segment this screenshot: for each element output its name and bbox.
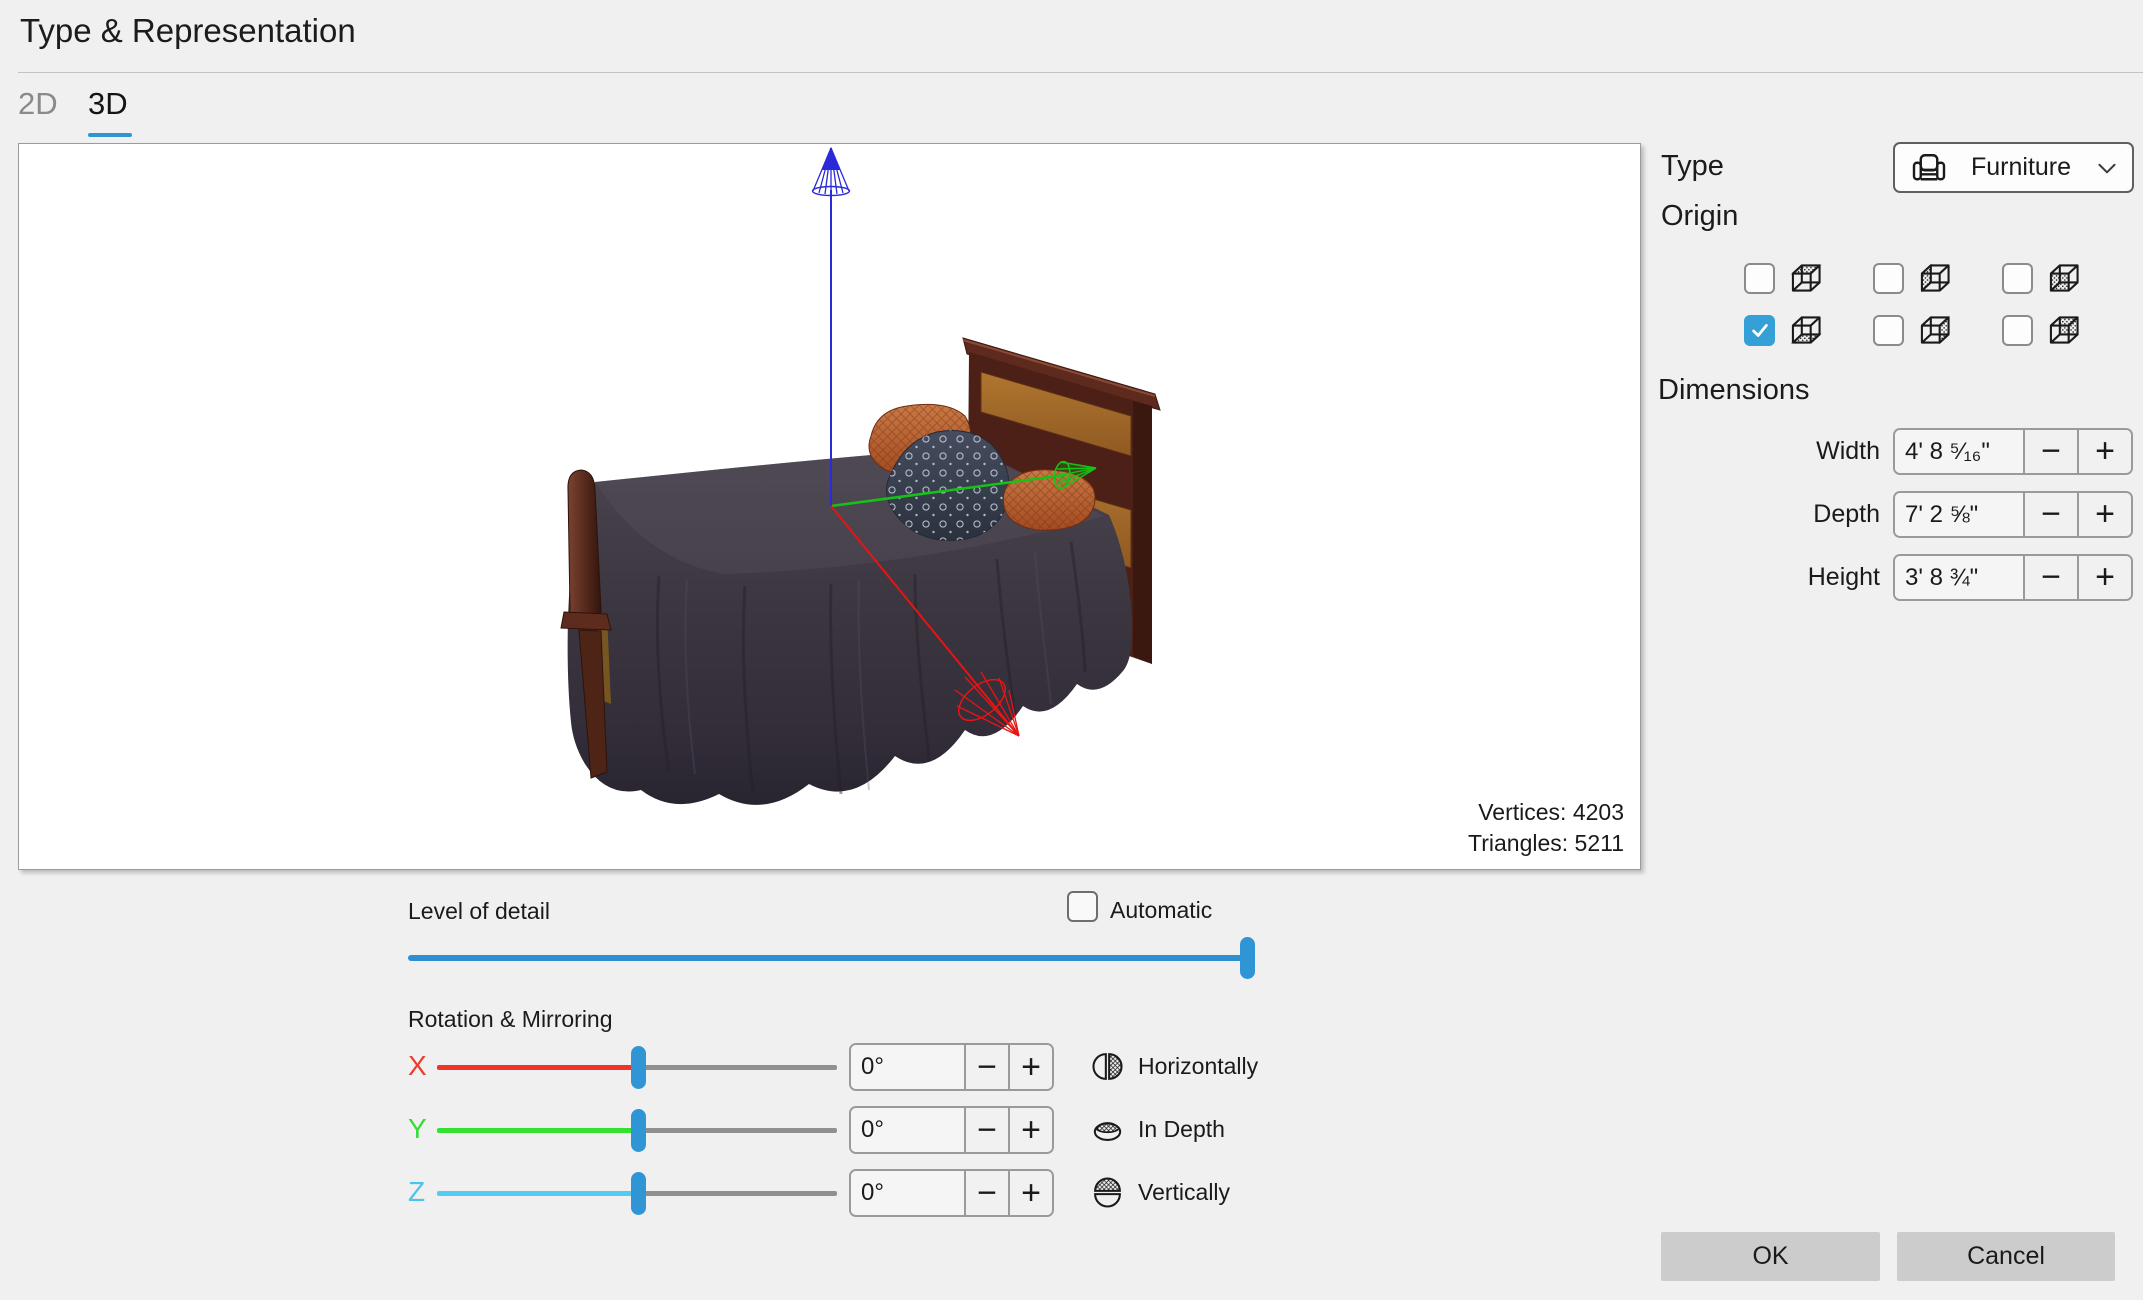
title-divider [18, 72, 2143, 73]
origin-option-back [2002, 312, 2082, 348]
mirror-vertically-label: Vertically [1138, 1179, 1231, 1205]
chevron-down-icon [2098, 163, 2116, 173]
cancel-button[interactable]: Cancel [1897, 1232, 2115, 1281]
tab-3d[interactable]: 3D [88, 86, 128, 122]
origin-cube-front-icon [2049, 264, 2079, 292]
origin-option-top [1744, 260, 1824, 296]
type-dropdown[interactable]: Furniture [1893, 142, 2134, 193]
origin-option-right [1873, 312, 1953, 348]
ok-button[interactable]: OK [1661, 1232, 1880, 1281]
vertices-count: Vertices: 4203 [1478, 799, 1624, 825]
armchair-icon [1912, 153, 1946, 180]
x-rotation-slider-track[interactable] [437, 1065, 638, 1070]
z-rotation-slider-thumb[interactable] [631, 1172, 646, 1215]
level-of-detail-label: Level of detail [408, 898, 550, 924]
dialog-title: Type & Representation [20, 12, 356, 49]
origin-section-label: Origin [1661, 200, 1739, 232]
active-tab-underline [88, 133, 132, 137]
height-label: Height [1807, 563, 1880, 591]
z-axis-label: Z [408, 1176, 426, 1207]
origin-top-checkbox[interactable] [1744, 262, 1775, 294]
depth-decrement-button[interactable]: − [2025, 493, 2079, 536]
y-axis-label: Y [408, 1113, 427, 1144]
y-rotation-increment-button[interactable]: + [1010, 1108, 1052, 1152]
depth-label: Depth [1813, 500, 1880, 528]
x-axis-label: X [408, 1050, 427, 1081]
mirror-depth-icon [1093, 1122, 1122, 1141]
width-input[interactable] [1895, 430, 2025, 473]
x-rotation-increment-button[interactable]: + [1010, 1045, 1052, 1089]
type-section-label: Type [1661, 150, 1724, 182]
origin-cube-back-icon [2049, 316, 2079, 344]
x-rotation-slider-track-rest[interactable] [637, 1065, 837, 1070]
depth-increment-button[interactable]: + [2079, 493, 2131, 536]
x-rotation-slider-thumb[interactable] [631, 1046, 646, 1089]
mirror-in-depth-label: In Depth [1138, 1116, 1225, 1142]
mirror-horizontally-label: Horizontally [1138, 1053, 1259, 1079]
mirror-vertically-button[interactable]: Vertically [1091, 1176, 1230, 1209]
z-rotation-stepper: − + [849, 1169, 1054, 1217]
origin-cube-bottom-icon [1791, 316, 1822, 344]
height-input[interactable] [1895, 556, 2025, 599]
origin-cube-top-icon [1791, 264, 1822, 292]
rotation-mirroring-label: Rotation & Mirroring [408, 1006, 613, 1032]
y-rotation-slider-thumb[interactable] [631, 1109, 646, 1152]
mirror-in-depth-button[interactable]: In Depth [1091, 1113, 1225, 1146]
width-stepper: − + [1893, 428, 2133, 475]
origin-back-checkbox[interactable] [2002, 314, 2033, 346]
origin-right-checkbox[interactable] [1873, 314, 1904, 346]
origin-bottom-checkbox[interactable] [1744, 314, 1775, 346]
origin-option-bottom [1744, 312, 1824, 348]
y-rotation-decrement-button[interactable]: − [966, 1108, 1010, 1152]
x-rotation-stepper: − + [849, 1043, 1054, 1091]
origin-left-checkbox[interactable] [1873, 262, 1904, 294]
3d-preview-viewport[interactable]: Vertices: 4203 Triangles: 5211 [18, 143, 1641, 870]
mirror-horizontally-button[interactable]: Horizontally [1091, 1050, 1258, 1083]
pillow-rust-right [1002, 469, 1096, 531]
origin-cube-right-icon [1920, 315, 1950, 345]
origin-cube-left-icon [1920, 263, 1950, 293]
z-rotation-input[interactable] [851, 1171, 966, 1215]
automatic-checkbox-wrap [1067, 891, 1098, 922]
y-rotation-stepper: − + [849, 1106, 1054, 1154]
width-increment-button[interactable]: + [2079, 430, 2131, 473]
dimensions-section-label: Dimensions [1658, 374, 1810, 406]
z-axis-arrow [811, 147, 851, 506]
triangles-count: Triangles: 5211 [1468, 830, 1624, 856]
height-stepper: − + [1893, 554, 2133, 601]
mirror-vertical-icon [1094, 1177, 1121, 1208]
height-decrement-button[interactable]: − [2025, 556, 2079, 599]
level-of-detail-slider-track[interactable] [408, 955, 1253, 961]
type-dropdown-value: Furniture [1971, 153, 2072, 181]
mesh-stats: Vertices: 4203 Triangles: 5211 [1468, 797, 1624, 859]
width-label: Width [1816, 437, 1880, 465]
z-rotation-decrement-button[interactable]: − [966, 1171, 1010, 1215]
height-increment-button[interactable]: + [2079, 556, 2131, 599]
z-rotation-increment-button[interactable]: + [1010, 1171, 1052, 1215]
automatic-label: Automatic [1110, 897, 1213, 923]
automatic-checkbox[interactable] [1067, 891, 1098, 922]
z-rotation-slider-track-rest[interactable] [637, 1191, 837, 1196]
mirror-horizontal-icon [1092, 1053, 1123, 1080]
x-rotation-input[interactable] [851, 1045, 966, 1089]
check-icon [1751, 324, 1768, 337]
y-rotation-slider-track[interactable] [437, 1128, 638, 1133]
origin-front-checkbox[interactable] [2002, 262, 2033, 294]
level-of-detail-slider-thumb[interactable] [1240, 937, 1255, 979]
x-rotation-decrement-button[interactable]: − [966, 1045, 1010, 1089]
y-rotation-input[interactable] [851, 1108, 966, 1152]
depth-input[interactable] [1895, 493, 2025, 536]
origin-option-left [1873, 260, 1953, 296]
origin-option-front [2002, 260, 2082, 296]
z-rotation-slider-track[interactable] [437, 1191, 638, 1196]
y-rotation-slider-track-rest[interactable] [637, 1128, 837, 1133]
tab-2d[interactable]: 2D [18, 86, 58, 122]
width-decrement-button[interactable]: − [2025, 430, 2079, 473]
bed-3d-model [560, 147, 1161, 805]
depth-stepper: − + [1893, 491, 2133, 538]
